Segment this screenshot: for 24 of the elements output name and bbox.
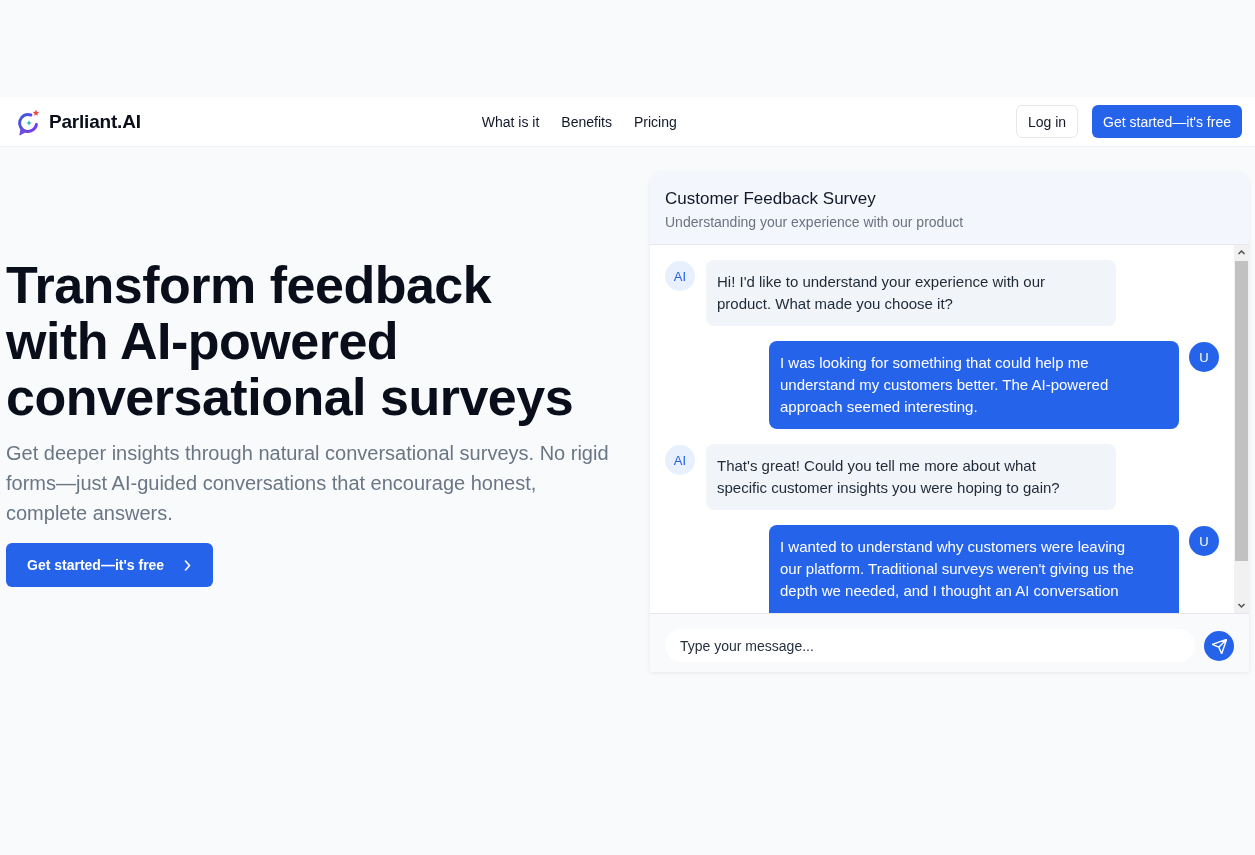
get-started-button[interactable]: Get started—it's free [1092,105,1242,138]
user-avatar: U [1189,342,1219,372]
login-button[interactable]: Log in [1015,105,1079,138]
ai-avatar: AI [665,261,695,291]
send-button[interactable] [1204,631,1234,661]
message-bubble: I was looking for something that could help me understand my customers better. The AI-powered approach seemed interesting. [769,341,1179,429]
message-input[interactable]: Type your message... [665,629,1195,662]
brand-name: Parliant.AI [49,110,141,133]
chevron-right-icon [184,559,192,571]
hero-heading: Transform feedback with AI-powered conversational surveys [6,257,575,425]
survey-title: Customer Feedback Survey [665,188,877,210]
ai-avatar: AI [665,445,695,475]
get-started-button[interactable]: Get started—it's free [6,543,214,587]
message-bubble: I wanted to understand why customers were leaving our platform. Traditional surveys weren't giving us the depth we needed, and I thought an AI conversation [769,525,1179,613]
nav-link[interactable]: Benefits [561,113,612,130]
scrollbar[interactable] [1234,245,1249,613]
hero-description: Get deeper insights through natural conversational surveys. No rigid forms—just AI-guided conversations that encourage honest, complete answers. [6,441,610,526]
nav-link[interactable]: What is it [481,113,540,130]
message-bubble: Hi! I'd like to understand your experience with our product. What made you choose it? [706,260,1116,326]
user-avatar: U [1189,526,1219,556]
nav-link[interactable]: Pricing [633,113,677,130]
send-icon [1211,638,1227,654]
message-bubble: That's great! Could you tell me more about what specific customer insights you were hoping to gain? [706,444,1116,510]
survey-subtitle: Understanding your experience with our product [665,213,965,231]
